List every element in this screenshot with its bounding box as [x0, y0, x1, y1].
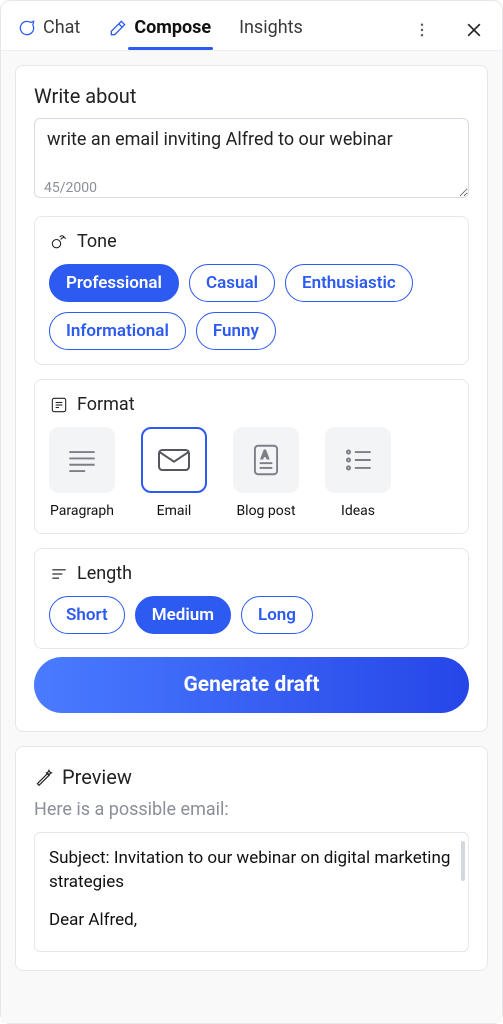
tone-option-enthusiastic[interactable]: Enthusiastic — [285, 264, 413, 302]
write-about-input[interactable] — [34, 118, 469, 198]
chat-icon — [17, 18, 37, 38]
paragraph-icon — [49, 427, 115, 493]
compose-card: Write about 45/2000 Tone ProfessionalCas… — [15, 65, 488, 732]
length-label: Length — [77, 563, 132, 584]
preview-scrollbar[interactable] — [461, 841, 465, 881]
preview-subject: Subject: Invitation to our webinar on di… — [49, 847, 454, 895]
main-scroll[interactable]: Write about 45/2000 Tone ProfessionalCas… — [1, 51, 502, 1023]
close-button[interactable] — [460, 16, 488, 44]
tab-bar: Chat Compose Insights — [1, 1, 502, 51]
tone-section: Tone Professional Casual Enthusiastic Infor… — [34, 216, 469, 365]
format-options: Paragraph Email A Blog post Ideas — [49, 427, 454, 519]
format-icon — [49, 395, 69, 415]
ideas-icon — [325, 427, 391, 493]
format-option-blog-post[interactable]: A Blog post — [233, 427, 299, 519]
preview-body[interactable]: Subject: Invitation to our webinar on di… — [34, 832, 469, 952]
close-icon — [464, 20, 484, 40]
format-option-label: Email — [157, 503, 192, 519]
length-options: Short Medium Long — [49, 596, 454, 634]
tone-option-professional[interactable]: Professional — [49, 264, 179, 302]
tab-insights[interactable]: Insights — [237, 9, 305, 50]
vertical-dots-icon — [413, 21, 431, 39]
write-about-label: Write about — [34, 84, 469, 108]
tone-option-funny[interactable]: Funny — [196, 312, 276, 350]
tab-compose[interactable]: Compose — [106, 9, 213, 50]
format-option-email[interactable]: Email — [141, 427, 207, 519]
format-option-label: Ideas — [341, 503, 375, 519]
format-option-label: Paragraph — [50, 503, 114, 519]
tab-chat[interactable]: Chat — [15, 9, 82, 50]
preview-intro: Here is a possible email: — [34, 799, 469, 820]
length-option-medium[interactable]: Medium — [135, 596, 231, 634]
length-option-long[interactable]: Long — [241, 596, 313, 634]
tone-label: Tone — [77, 231, 117, 252]
tone-option-informational[interactable]: Informational — [49, 312, 186, 350]
blog-post-icon: A — [233, 427, 299, 493]
tab-compose-label: Compose — [134, 17, 211, 38]
preview-card: Preview Here is a possible email: Subjec… — [15, 746, 488, 971]
svg-text:A: A — [261, 448, 269, 461]
compose-icon — [108, 18, 128, 38]
preview-greeting: Dear Alfred, — [49, 909, 454, 933]
format-label: Format — [77, 394, 135, 415]
wand-icon — [34, 767, 54, 787]
format-option-ideas[interactable]: Ideas — [325, 427, 391, 519]
tone-options: Professional Casual Enthusiastic Informatio… — [49, 264, 454, 350]
length-icon — [49, 564, 69, 584]
tone-icon — [49, 232, 69, 252]
tab-insights-label: Insights — [239, 17, 303, 38]
tab-chat-label: Chat — [43, 17, 80, 38]
generate-draft-button[interactable]: Generate draft — [34, 657, 469, 713]
more-options-button[interactable] — [408, 16, 436, 44]
format-option-label: Blog post — [236, 503, 295, 519]
format-option-paragraph[interactable]: Paragraph — [49, 427, 115, 519]
length-section: Length Short Medium Long — [34, 548, 469, 649]
preview-label: Preview — [62, 765, 132, 789]
email-icon — [141, 427, 207, 493]
tone-option-casual[interactable]: Casual — [189, 264, 275, 302]
length-option-short[interactable]: Short — [49, 596, 125, 634]
format-section: Format Paragraph Email A Blog post Ideas — [34, 379, 469, 534]
